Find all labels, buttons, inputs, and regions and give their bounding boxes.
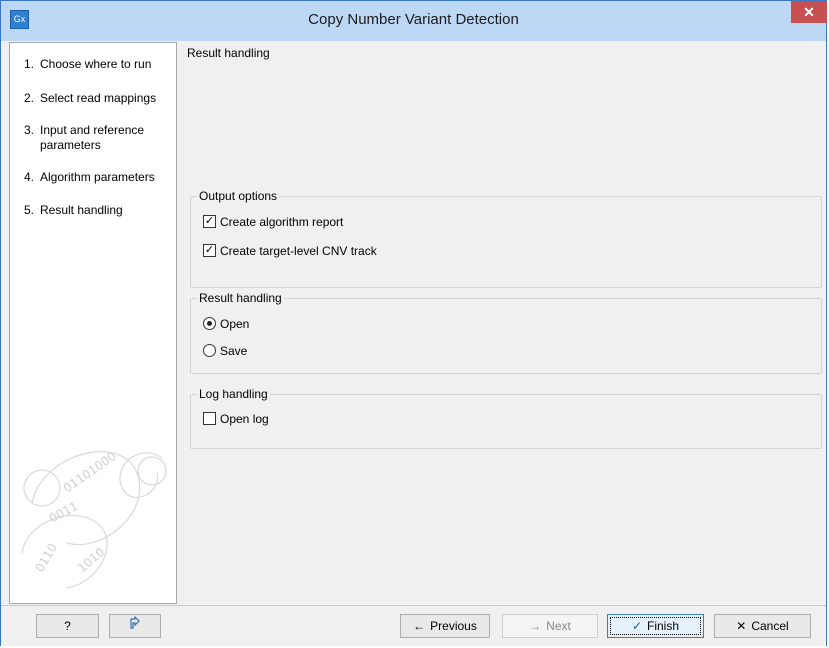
create-cnv-track-checkbox[interactable]: ✓ Create target-level CNV track <box>203 243 377 259</box>
svg-text:0110: 0110 <box>32 541 59 574</box>
open-log-checkbox[interactable]: Open log <box>203 411 269 427</box>
focus-ring <box>610 617 701 635</box>
step-select-read-mappings: 2. Select read mappings <box>24 91 157 105</box>
arrow-right-icon: → <box>529 619 542 633</box>
log-handling-title: Log handling <box>197 387 270 401</box>
x-icon: ✕ <box>736 619 747 633</box>
dialog-window: Gx Copy Number Variant Detection ✕ 1. Cho… <box>0 0 827 646</box>
radio-unselected-icon[interactable] <box>203 344 216 358</box>
close-icon: ✕ <box>803 4 815 20</box>
step-algorithm-parameters: 4. Algorithm parameters <box>24 170 155 184</box>
previous-button[interactable]: ← Previous <box>400 614 490 638</box>
reset-button[interactable] <box>109 614 161 638</box>
radio-selected-icon[interactable] <box>203 317 216 331</box>
finish-button[interactable]: ✓ Finish <box>607 614 704 638</box>
output-options-title: Output options <box>197 189 280 203</box>
open-radio[interactable]: Open <box>203 316 249 332</box>
binary-swirl-watermark-icon: 01101000 0011 0110 1010 <box>21 449 167 589</box>
checkbox-unchecked-icon[interactable] <box>203 412 216 426</box>
question-icon: ? <box>64 619 71 633</box>
reset-icon <box>128 615 142 633</box>
content-panel: Result handling Output options ✓ Create a… <box>180 42 825 604</box>
title-bar[interactable]: Gx Copy Number Variant Detection ✕ <box>1 1 827 41</box>
step-choose-where-to-run: 1. Choose where to run <box>24 57 152 71</box>
arrow-left-icon: ← <box>413 619 426 633</box>
output-options-group: Output options ✓ Create algorithm report … <box>190 189 822 288</box>
svg-text:01101000: 01101000 <box>61 449 119 496</box>
help-button[interactable]: ? <box>36 614 99 638</box>
close-button[interactable]: ✕ <box>791 1 827 23</box>
window-title: Copy Number Variant Detection <box>308 11 519 28</box>
wizard-steps-panel: 1. Choose where to run 2. Select read mapp… <box>9 42 177 604</box>
next-button[interactable]: → Next <box>502 614 598 638</box>
step-result-handling: 5. Result handling <box>24 203 123 217</box>
checkbox-checked-icon[interactable]: ✓ <box>203 215 216 229</box>
step-input-reference-parameters: 3. Input and reference parameters <box>24 123 145 152</box>
create-algorithm-report-checkbox[interactable]: ✓ Create algorithm report <box>203 214 343 230</box>
save-radio[interactable]: Save <box>203 343 247 359</box>
section-title: Result handling <box>187 46 270 60</box>
cancel-button[interactable]: ✕ Cancel <box>714 614 811 638</box>
svg-text:1010: 1010 <box>75 545 107 575</box>
result-handling-title: Result handling <box>197 291 284 305</box>
result-handling-group: Result handling Open Save <box>190 291 822 374</box>
checkbox-checked-icon[interactable]: ✓ <box>203 244 216 258</box>
log-handling-group: Log handling Open log <box>190 387 822 449</box>
button-bar: ? ← Previous → Next ✓ Finish ✕ Cancel <box>1 605 826 646</box>
